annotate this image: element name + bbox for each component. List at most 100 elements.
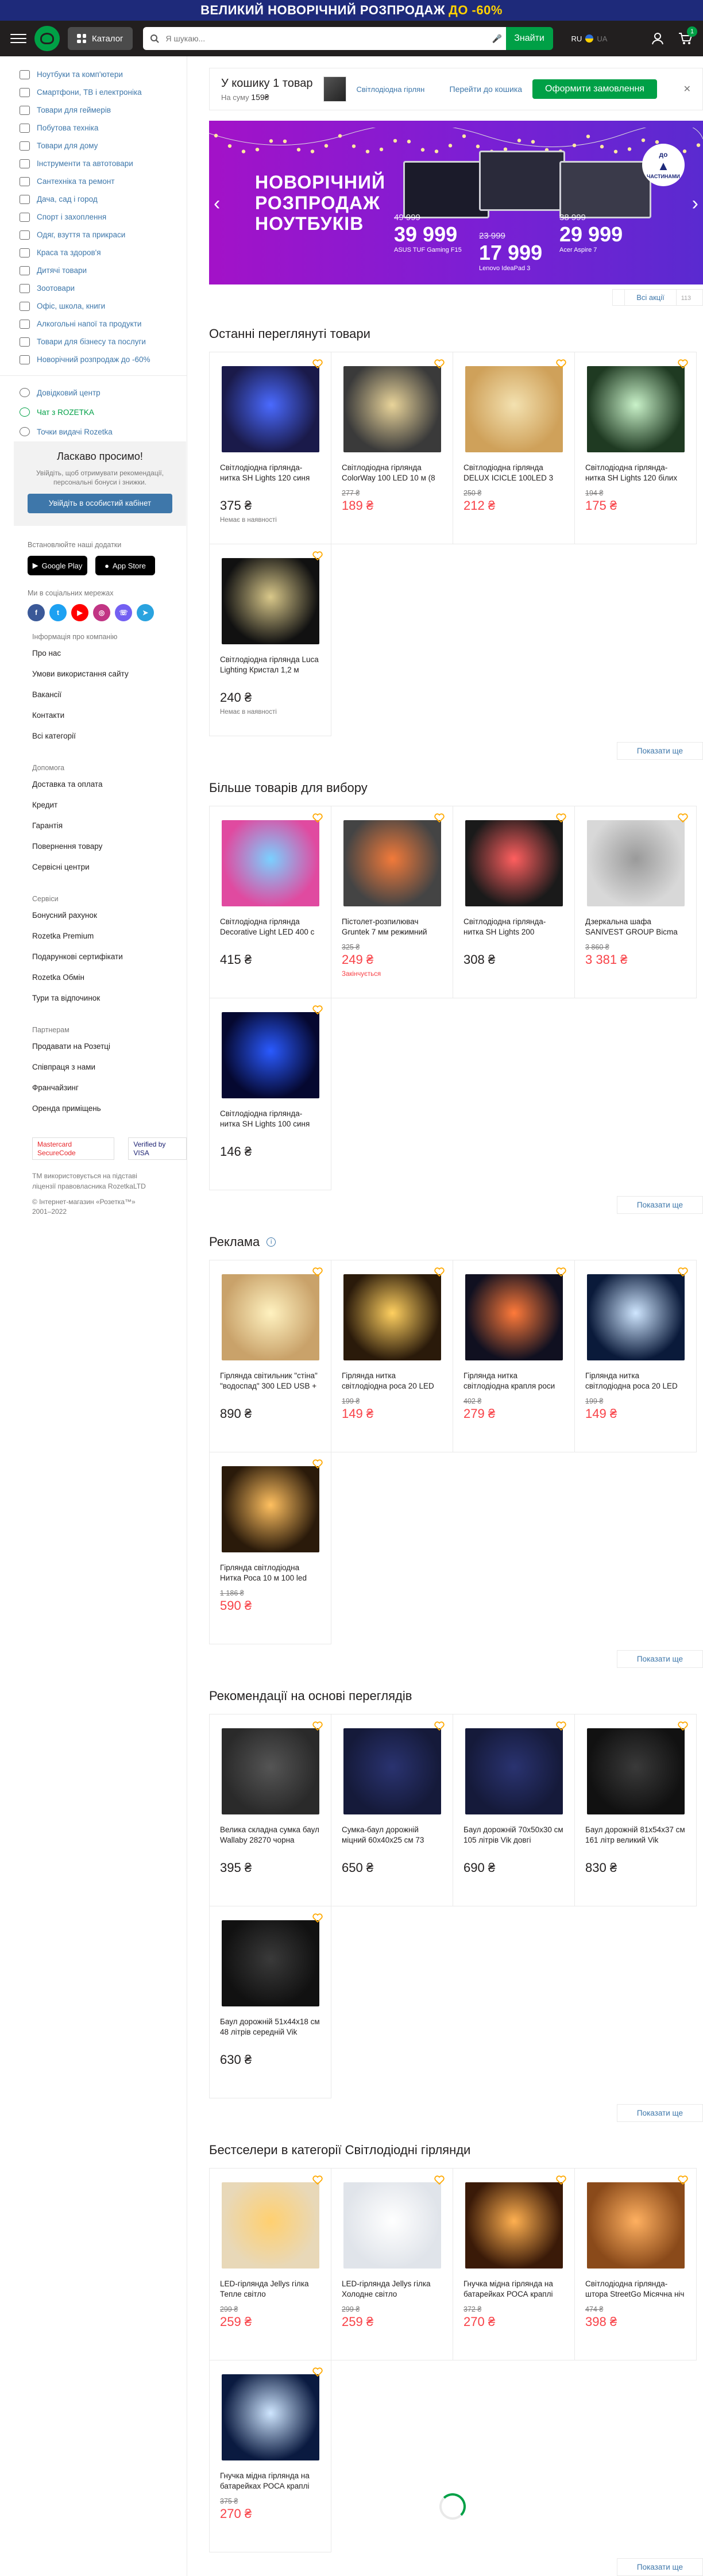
footer-link[interactable]: Продавати на Розетці: [32, 1042, 187, 1063]
heart-icon[interactable]: [312, 2367, 323, 2377]
product-card[interactable]: Дзеркальна шафа SANIVEST GROUP Bicma 3 86…: [575, 806, 697, 998]
sidebar-category-item[interactable]: Побутова техніка: [20, 119, 173, 137]
heart-icon[interactable]: [556, 1267, 566, 1277]
product-image[interactable]: [221, 820, 319, 906]
show-more-button[interactable]: Показати ще: [616, 1196, 703, 1214]
heart-icon[interactable]: [434, 813, 445, 823]
heart-icon[interactable]: [312, 1721, 323, 1731]
google-play-button[interactable]: ▶ Google Play: [28, 556, 87, 576]
product-image[interactable]: [221, 1012, 319, 1098]
all-promotions[interactable]: Всі акції 113: [209, 289, 703, 306]
info-icon[interactable]: i: [266, 1237, 276, 1247]
cart-product-name[interactable]: Світлодіодна гірлян: [357, 85, 431, 94]
product-name[interactable]: Світлодіодна гірлянда-нитка SH Lights 12…: [220, 463, 320, 483]
product-name[interactable]: Світлодіодна гірлянда-нитка SH Lights 20…: [463, 917, 564, 937]
sidebar-category-item[interactable]: Ноутбуки та комп'ютери: [20, 66, 173, 83]
product-card[interactable]: LED-гірлянда Jellys гілка Тепле світло 29…: [210, 2169, 331, 2360]
product-card[interactable]: Гірлянда світлодіодна Нитка Роса 10 м 10…: [210, 1452, 331, 1644]
product-name[interactable]: Гірлянда нитка світлодіодна роса 20 LED: [342, 1371, 442, 1391]
product-image[interactable]: [343, 820, 441, 906]
lang-ru[interactable]: RU: [571, 34, 582, 43]
heart-icon[interactable]: [312, 1913, 323, 1923]
product-image[interactable]: [221, 2374, 319, 2460]
menu-icon[interactable]: [10, 30, 26, 47]
heart-icon[interactable]: [312, 2175, 323, 2185]
product-image[interactable]: [343, 2182, 441, 2269]
facebook-icon[interactable]: f: [28, 604, 45, 622]
product-image[interactable]: [221, 366, 319, 452]
product-card[interactable]: Світлодіодна гірлянда-нитка SH Lights 10…: [210, 998, 331, 1190]
product-name[interactable]: Світлодіодна гірлянда-нитка SH Lights 10…: [220, 1109, 320, 1129]
product-card[interactable]: Баул дорожній 51х44х18 см 48 літрів сере…: [210, 1906, 331, 2098]
product-name[interactable]: Гірлянда нитка світлодіодна крапля роси: [463, 1371, 564, 1391]
heart-icon[interactable]: [556, 1721, 566, 1731]
pickup-points-link[interactable]: Точки видачі Rozetka: [20, 422, 173, 441]
heart-icon[interactable]: [434, 1721, 445, 1731]
heart-icon[interactable]: [434, 2175, 445, 2185]
product-card[interactable]: Пістолет-розпилювач Gruntek 7 мм режимни…: [331, 806, 453, 998]
search-button[interactable]: Знайти: [505, 27, 553, 50]
show-more-button[interactable]: Показати ще: [616, 1650, 703, 1668]
product-card[interactable]: Світлодіодна гірлянда-нитка SH Lights 12…: [210, 352, 331, 544]
heart-icon[interactable]: [678, 359, 688, 369]
sidebar-category-item[interactable]: Новорічний розпродаж до -60%: [20, 351, 173, 368]
heart-icon[interactable]: [556, 359, 566, 369]
product-card[interactable]: Світлодіодна гірлянда-нитка SH Lights 20…: [453, 806, 575, 998]
product-name[interactable]: LED-гірлянда Jellys гілка Холодне світло: [342, 2279, 442, 2300]
chat-link[interactable]: Чат з ROZETKA: [20, 402, 173, 422]
product-name[interactable]: Світлодіодна гірлянда DELUX ICICLE 100LE…: [463, 463, 564, 483]
heart-icon[interactable]: [678, 2175, 688, 2185]
user-icon[interactable]: [650, 31, 665, 46]
heart-icon[interactable]: [678, 813, 688, 823]
product-card[interactable]: LED-гірлянда Jellys гілка Холодне світло…: [331, 2169, 453, 2360]
product-card[interactable]: Гнучка мідна гірлянда на батарейках РОСА…: [453, 2169, 575, 2360]
footer-link[interactable]: Сервісні центри: [32, 863, 187, 883]
product-name[interactable]: Світлодіодна гірлянда Decorative Light L…: [220, 917, 320, 937]
heart-icon[interactable]: [678, 1721, 688, 1731]
sidebar-category-item[interactable]: Дитячі товари: [20, 262, 173, 279]
product-card[interactable]: Світлодіодна гірлянда-нитка SH Lights 12…: [575, 352, 697, 544]
help-center-link[interactable]: Довідковий центр: [20, 383, 173, 402]
cart-product-thumb[interactable]: [323, 76, 346, 102]
microphone-icon[interactable]: 🎤: [489, 34, 506, 44]
product-card[interactable]: Гірлянда світильник "стіна" "водоспад" 3…: [210, 1260, 331, 1452]
heart-icon[interactable]: [556, 813, 566, 823]
product-name[interactable]: Сумка-баул дорожній міцний 60х40х25 см 7…: [342, 1825, 442, 1846]
footer-link[interactable]: Всі категорії: [32, 732, 187, 752]
show-more-button[interactable]: Показати ще: [616, 742, 703, 760]
sidebar-category-item[interactable]: Дача, сад і город: [20, 190, 173, 208]
sidebar-category-item[interactable]: Одяг, взуття та прикраси: [20, 226, 173, 244]
product-image[interactable]: [586, 820, 685, 906]
sidebar-category-item[interactable]: Товари для бізнесу та послуги: [20, 333, 173, 351]
product-name[interactable]: Гнучка мідна гірлянда на батарейках РОСА…: [220, 2471, 320, 2492]
product-name[interactable]: Велика складна сумка баул Wallaby 28270 …: [220, 1825, 320, 1846]
checkout-button[interactable]: Оформити замовлення: [532, 79, 657, 99]
product-image[interactable]: [465, 1274, 563, 1360]
product-name[interactable]: Баул дорожній 51х44х18 см 48 літрів сере…: [220, 2017, 320, 2037]
product-image[interactable]: [343, 1728, 441, 1814]
footer-link[interactable]: Оренда приміщень: [32, 1104, 187, 1125]
sidebar-category-item[interactable]: Товари для геймерів: [20, 101, 173, 119]
product-card[interactable]: Світлодіодна гірлянда DELUX ICICLE 100LE…: [453, 352, 575, 544]
footer-link[interactable]: Гарантія: [32, 821, 187, 842]
product-name[interactable]: Гірлянда нитка світлодіодна роса 20 LED: [585, 1371, 686, 1391]
footer-link[interactable]: Подарункові сертифікати: [32, 952, 187, 973]
product-image[interactable]: [465, 366, 563, 452]
product-image[interactable]: [343, 366, 441, 452]
product-card[interactable]: Сумка-баул дорожній міцний 60х40х25 см 7…: [331, 1714, 453, 1906]
heart-icon[interactable]: [556, 2175, 566, 2185]
close-icon[interactable]: ✕: [683, 83, 691, 95]
product-image[interactable]: [465, 2182, 563, 2269]
product-name[interactable]: Гірлянда світильник "стіна" "водоспад" 3…: [220, 1371, 320, 1391]
sidebar-category-item[interactable]: Алкогольні напої та продукти: [20, 315, 173, 333]
show-more-button[interactable]: Показати ще: [616, 2558, 703, 2576]
heart-icon[interactable]: [434, 1267, 445, 1277]
footer-link[interactable]: Умови використання сайту: [32, 670, 187, 690]
show-more-button[interactable]: Показати ще: [616, 2104, 703, 2122]
cart-icon[interactable]: 1: [678, 26, 697, 46]
app-store-button[interactable]: ● App Store: [95, 556, 155, 576]
heart-icon[interactable]: [678, 1267, 688, 1277]
product-card[interactable]: Світлодіодна гірлянда Decorative Light L…: [210, 806, 331, 998]
footer-link[interactable]: Доставка та оплата: [32, 780, 187, 801]
lang-ua[interactable]: UA: [597, 34, 607, 43]
